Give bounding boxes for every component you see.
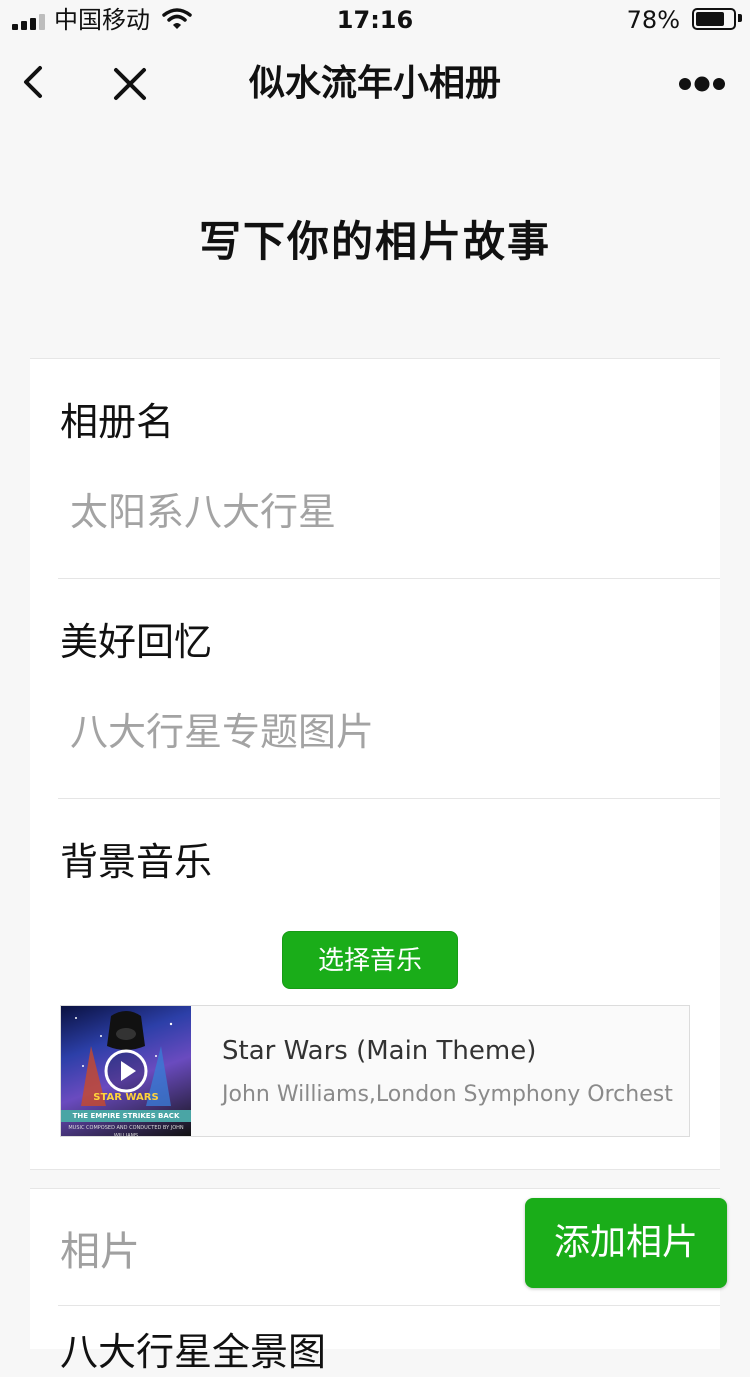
page-title: 似水流年小相册 bbox=[248, 63, 501, 104]
photo-item-title[interactable]: 八大行星全景图 bbox=[60, 1327, 326, 1377]
section-heading: 写下你的相片故事 bbox=[198, 217, 551, 266]
divider bbox=[58, 1305, 720, 1306]
photos-label: 相片 bbox=[60, 1229, 140, 1275]
divider bbox=[58, 578, 720, 579]
album-cover-image: STAR WARS THE EMPIRE STRIKES BACK MUSIC … bbox=[61, 1006, 191, 1136]
select-music-button[interactable]: 选择音乐 bbox=[282, 931, 458, 989]
play-icon[interactable] bbox=[103, 1048, 149, 1094]
navigation-bar: 似水流年小相册 bbox=[0, 40, 750, 130]
album-name-label: 相册名 bbox=[60, 400, 175, 444]
memories-label: 美好回忆 bbox=[60, 620, 213, 664]
battery-icon bbox=[692, 8, 736, 30]
background-music-label: 背景音乐 bbox=[60, 840, 213, 884]
album-name-input[interactable] bbox=[70, 487, 670, 537]
music-player-card[interactable]: STAR WARS THE EMPIRE STRIKES BACK MUSIC … bbox=[60, 1005, 690, 1137]
battery-percentage: 78% bbox=[626, 6, 680, 34]
more-dots-icon[interactable] bbox=[676, 66, 728, 102]
song-title: Star Wars (Main Theme) bbox=[222, 1036, 537, 1066]
album-cover-credit: MUSIC COMPOSED AND CONDUCTED BY JOHN WIL… bbox=[68, 1125, 184, 1136]
add-photos-button[interactable]: 添加相片 bbox=[525, 1198, 727, 1288]
battery-fill bbox=[696, 12, 724, 26]
battery-tip bbox=[738, 14, 742, 22]
song-artist: John Williams,London Symphony Orchest bbox=[222, 1082, 673, 1107]
album-cover-subtitle: THE EMPIRE STRIKES BACK bbox=[61, 1110, 191, 1122]
divider bbox=[58, 798, 720, 799]
memories-input[interactable] bbox=[70, 707, 670, 757]
album-form-card: 相册名 美好回忆 背景音乐 选择音乐 STAR WARS THE EMPIRE … bbox=[30, 358, 720, 1170]
status-bar: 中国移动 17:16 78% bbox=[0, 0, 750, 40]
